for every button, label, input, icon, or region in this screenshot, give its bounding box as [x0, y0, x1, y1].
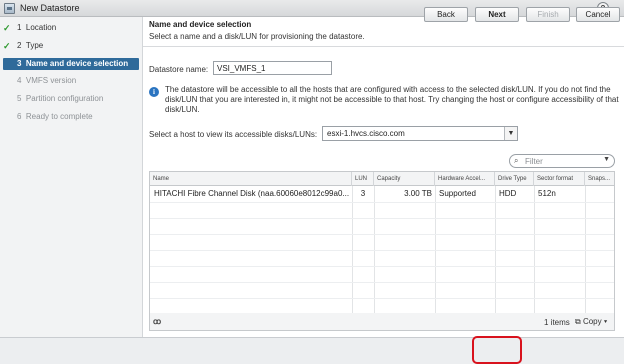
column-header-snapshot[interactable]: Snaps... [585, 172, 614, 186]
step-label: Type [25, 41, 44, 50]
cell-sector-format: 512n [538, 189, 556, 198]
host-select-label: Select a host to view its accessible dis… [149, 130, 318, 139]
filter-input[interactable]: ⌕ Filter ▼ [509, 154, 615, 168]
column-header-sector-format[interactable]: Sector format [534, 172, 585, 186]
wizard-button-bar [0, 337, 624, 364]
step-vmfs-version: 4 VMFS version [17, 76, 77, 85]
step-label: Ready to complete [25, 112, 93, 121]
search-icon: ⌕ [514, 156, 519, 165]
step-name-and-device-selection[interactable]: 3 Name and device selection [3, 58, 139, 70]
step-partition-configuration: 5 Partition configuration [17, 94, 104, 103]
cell-lun: 3 [360, 189, 366, 198]
step-label: VMFS version [25, 76, 77, 85]
cell-capacity: 3.00 TB [404, 189, 432, 198]
datastore-name-label: Datastore name: [149, 65, 209, 74]
info-message: The datastore will be accessible to all … [165, 85, 619, 114]
cell-hardware-acceleration: Supported [439, 189, 476, 198]
cancel-button[interactable]: Cancel [576, 7, 620, 22]
step-type[interactable]: ✓ 2 Type [3, 40, 139, 52]
column-header-name[interactable]: Name [150, 172, 352, 186]
check-icon: ✓ [3, 23, 11, 33]
back-button[interactable]: Back [424, 7, 468, 22]
header-divider [143, 46, 624, 47]
column-header-drive-type[interactable]: Drive Type [495, 172, 534, 186]
binoculars-icon[interactable]: ꝏ [153, 317, 161, 326]
step-location[interactable]: ✓ 1 Location [3, 22, 139, 34]
chevron-down-icon[interactable]: ▼ [603, 156, 610, 163]
host-select[interactable]: esxi-1.hvcs.cisco.com ▼ [322, 126, 518, 141]
chevron-down-icon[interactable]: ▼ [504, 127, 517, 140]
page-title: Name and device selection [149, 20, 252, 29]
next-button[interactable]: Next [475, 7, 519, 22]
step-ready-to-complete: 6 Ready to complete [17, 112, 93, 121]
disk-lun-table: Name LUN Capacity Hardware Accel... Driv… [149, 171, 615, 314]
table-footer: ꝏ 1 items ⧉ Copy ▾ [149, 313, 615, 331]
window-title: New Datastore [20, 3, 80, 13]
table-header: Name LUN Capacity Hardware Accel... Driv… [150, 172, 614, 186]
column-header-hardware-acceleration[interactable]: Hardware Accel... [435, 172, 495, 186]
page-subtitle: Select a name and a disk/LUN for provisi… [149, 32, 365, 41]
check-icon: ✓ [3, 41, 11, 51]
datastore-name-input[interactable] [213, 61, 332, 75]
info-icon: i [149, 87, 159, 97]
column-header-capacity[interactable]: Capacity [374, 172, 435, 186]
item-count: 1 items [544, 318, 570, 327]
main-panel: Name and device selection Select a name … [143, 17, 624, 337]
datastore-icon [4, 3, 15, 14]
step-label: Location [25, 23, 57, 32]
finish-button: Finish [526, 7, 570, 22]
wizard-steps-sidebar: ✓ 1 Location ✓ 2 Type 3 Name and device … [0, 17, 143, 337]
copy-label: Copy [582, 317, 602, 326]
cell-snapshot [589, 188, 614, 200]
next-button-highlight [472, 336, 522, 364]
column-header-lun[interactable]: LUN [352, 172, 374, 186]
host-select-value: esxi-1.hvcs.cisco.com [327, 129, 405, 138]
step-label: Name and device selection [25, 59, 129, 68]
cell-drive-type: HDD [499, 189, 517, 198]
cell-name: HITACHI Fibre Channel Disk (naa.60060e80… [154, 189, 350, 198]
filter-placeholder: Filter [525, 157, 543, 166]
step-label: Partition configuration [25, 94, 104, 103]
copy-menu[interactable]: ⧉ Copy ▾ [575, 317, 607, 327]
